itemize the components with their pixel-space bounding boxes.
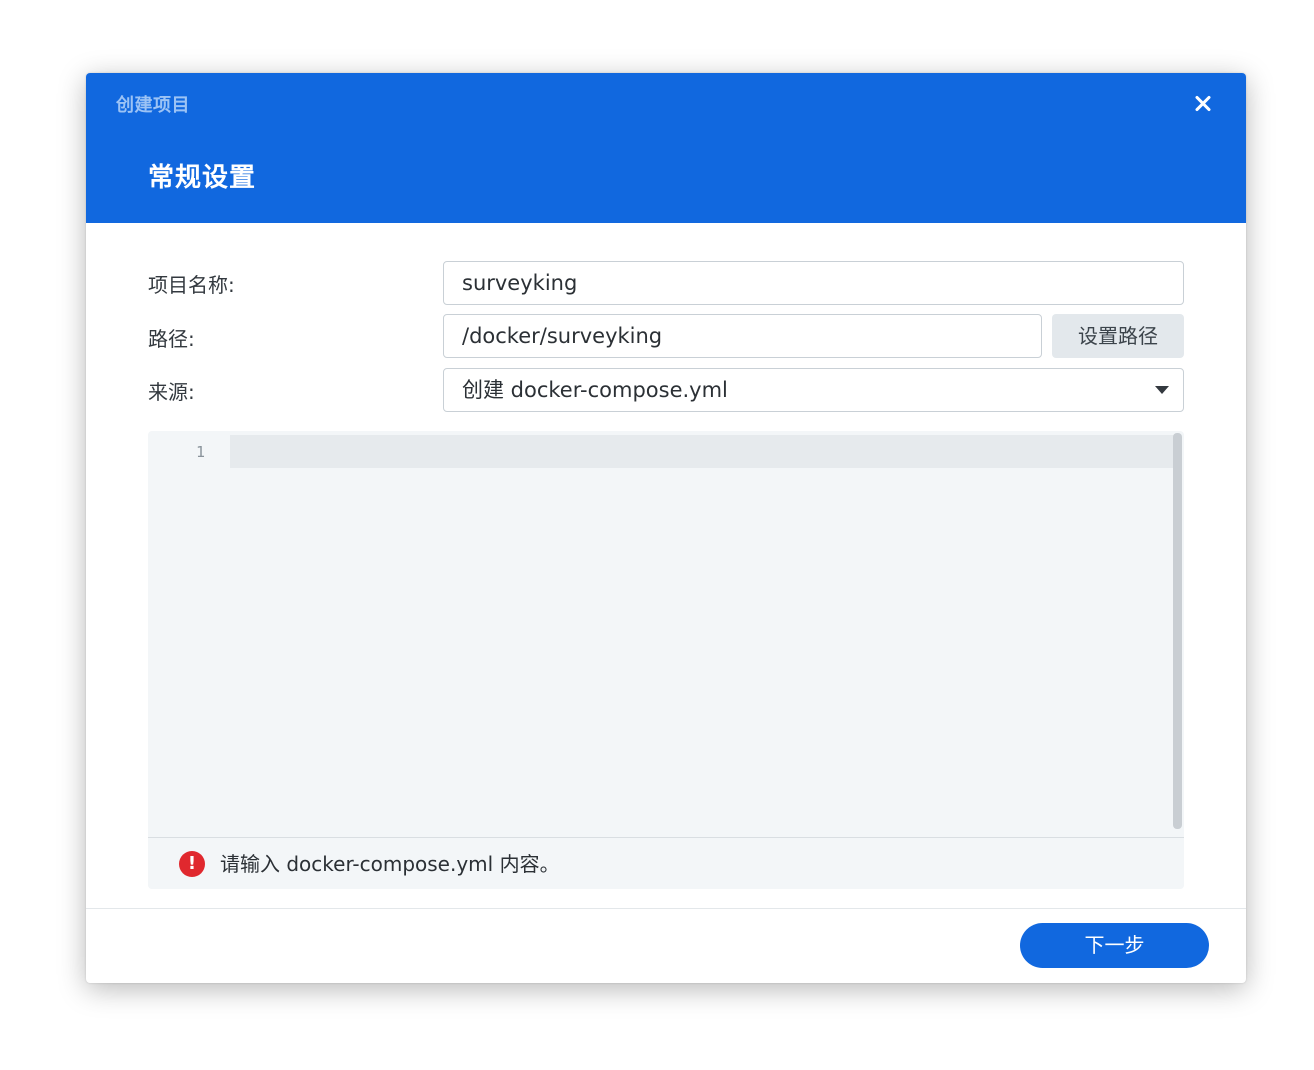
editor-status-bar: ! 请输入 docker-compose.yml 内容。 <box>148 837 1184 889</box>
error-icon: ! <box>179 851 205 877</box>
close-icon[interactable] <box>1190 91 1216 117</box>
compose-editor: 1 ! 请输入 docker-compose.yml 内容。 <box>148 431 1184 889</box>
line-number: 1 <box>195 443 205 461</box>
path-input[interactable]: /docker/surveyking <box>443 314 1042 358</box>
set-path-button[interactable]: 设置路径 <box>1052 314 1184 358</box>
source-selected-value: 创建 docker-compose.yml <box>462 378 728 402</box>
footer-divider <box>86 908 1246 909</box>
compose-editor-text-area[interactable]: 1 <box>148 431 1184 837</box>
error-message: 请输入 docker-compose.yml 内容。 <box>220 852 560 876</box>
dialog-header: 创建项目 常规设置 <box>86 73 1246 223</box>
path-label: 路径: <box>148 327 195 351</box>
chevron-down-icon[interactable] <box>1155 386 1169 394</box>
project-name-input[interactable]: surveyking <box>443 261 1184 305</box>
project-name-label: 项目名称: <box>148 273 235 297</box>
source-label: 来源: <box>148 380 195 404</box>
active-line[interactable] <box>230 435 1174 468</box>
window-title: 创建项目 <box>116 95 190 116</box>
step-title: 常规设置 <box>148 163 257 193</box>
source-select[interactable]: 创建 docker-compose.yml <box>443 368 1184 412</box>
next-button[interactable]: 下一步 <box>1020 923 1209 968</box>
editor-scrollbar[interactable] <box>1173 433 1182 829</box>
create-project-dialog: 创建项目 常规设置 项目名称: surveyking 路径: /docker/s… <box>86 73 1246 983</box>
